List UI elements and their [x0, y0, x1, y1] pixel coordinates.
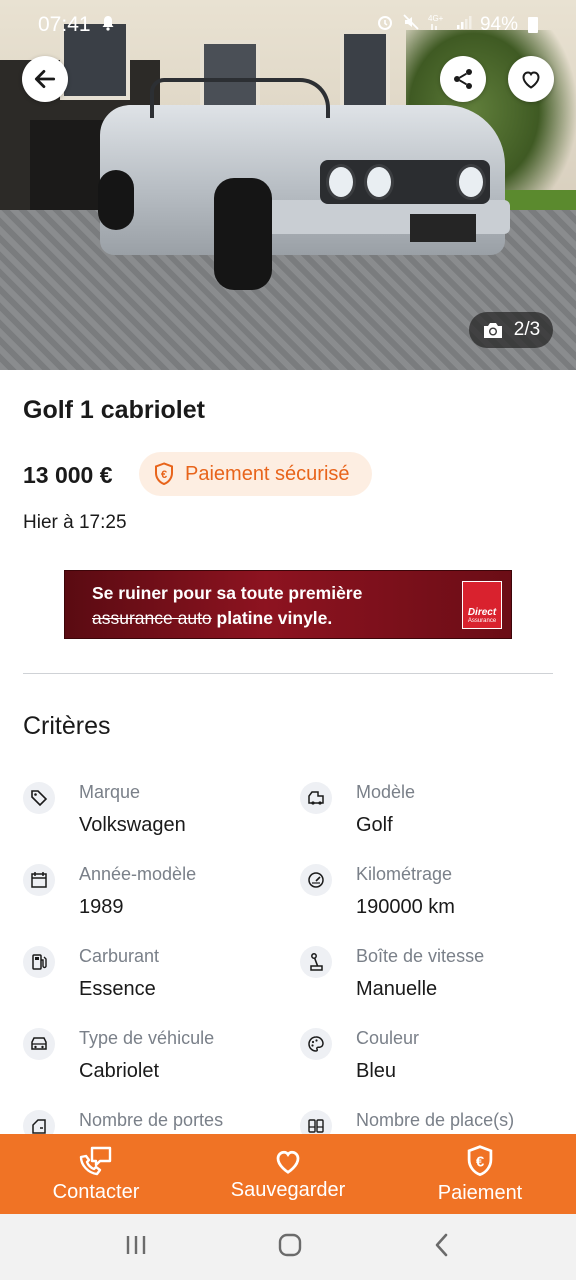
photo-car-headlight — [364, 164, 394, 200]
criteria-label: Kilométrage — [356, 864, 453, 884]
save-label: Sauvegarder — [230, 1178, 346, 1201]
notification-bell-icon — [101, 15, 115, 36]
chevron-left-icon — [435, 1233, 447, 1256]
battery-percent: 94% — [479, 14, 518, 35]
back-button[interactable] — [22, 56, 68, 102]
vehicle-type-icon — [23, 1028, 55, 1060]
ad-text-line2: assurance auto platine vinyle. — [92, 608, 332, 629]
action-bar: Contacter Sauvegarder € Paiement — [0, 1134, 576, 1214]
criteria-item-year: Année-modèle 1989 — [23, 864, 273, 934]
gear-stick-icon — [300, 946, 332, 978]
camera-icon — [483, 323, 502, 338]
svg-text:4G+: 4G+ — [428, 14, 444, 23]
home-button[interactable] — [277, 1232, 303, 1263]
signal-icon — [456, 14, 472, 36]
ad-text-rest: platine vinyle. — [211, 608, 333, 628]
criteria-item-brand: Marque Volkswagen — [23, 782, 273, 852]
save-button[interactable]: Sauvegarder — [192, 1134, 384, 1214]
svg-text:€: € — [161, 469, 167, 481]
speedometer-icon — [300, 864, 332, 896]
criteria-item-model: Modèle Golf — [300, 782, 550, 852]
photo-counter[interactable]: 2/3 — [469, 312, 553, 348]
ad-text-struck: assurance auto — [92, 608, 212, 628]
status-bar: 07:41 4G+ 94% — [0, 0, 576, 50]
heart-icon — [276, 1150, 300, 1174]
system-back-button[interactable] — [432, 1232, 452, 1263]
photo-car-wheel — [214, 178, 272, 290]
battery-icon — [528, 17, 538, 33]
network-4g-icon: 4G+ — [428, 13, 448, 37]
criteria-label: Modèle — [356, 782, 416, 802]
favorite-button[interactable] — [508, 56, 554, 102]
ad-banner[interactable]: Se ruiner pour sa toute première assuran… — [64, 570, 512, 639]
criteria-value: Manuelle — [356, 978, 438, 1000]
shield-euro-icon: € — [467, 1144, 493, 1176]
share-button[interactable] — [440, 56, 486, 102]
criteria-value: 190000 km — [356, 896, 455, 918]
mute-icon — [402, 13, 420, 37]
criteria-label: Couleur — [356, 1028, 420, 1048]
criteria-value: Volkswagen — [79, 814, 186, 836]
criteria-label: Année-modèle — [79, 864, 197, 884]
recent-apps-button[interactable] — [124, 1234, 148, 1261]
criteria-item-color: Couleur Bleu — [300, 1028, 550, 1098]
photo-counter-text: 2/3 — [513, 319, 541, 340]
photo-car-headlight — [326, 164, 356, 200]
secure-payment-badge[interactable]: € Paiement sécurisé — [139, 452, 372, 496]
criteria-item-fuel: Carburant Essence — [23, 946, 273, 1016]
photo-license-plate — [410, 214, 476, 242]
share-icon — [454, 69, 472, 89]
direct-assurance-logo: Direct Assurance — [462, 581, 502, 629]
criteria-label: Nombre de portes — [79, 1110, 224, 1130]
system-navigation-bar — [0, 1214, 576, 1280]
criteria-label: Boîte de vitesse — [356, 946, 485, 966]
palette-icon — [300, 1028, 332, 1060]
listing-price: 13 000 € — [23, 462, 113, 488]
section-divider — [23, 673, 553, 674]
criteria-title: Critères — [23, 712, 111, 740]
ad-logo-line1: Direct — [467, 607, 497, 618]
criteria-value: 1989 — [79, 896, 124, 918]
photo-car-roof-frame — [150, 78, 330, 118]
listing-date: Hier à 17:25 — [23, 512, 127, 533]
status-time: 07:41 — [38, 13, 91, 36]
shield-euro-icon: € — [155, 462, 173, 486]
ad-logo-line2: Assurance — [467, 618, 497, 624]
contact-button[interactable]: Contacter — [0, 1134, 192, 1214]
criteria-value: Cabriolet — [79, 1060, 160, 1082]
tag-icon — [23, 782, 55, 814]
heart-icon — [522, 71, 540, 89]
status-indicators: 4G+ 94% — [376, 13, 538, 37]
arrow-left-icon — [34, 70, 56, 88]
secure-payment-label: Paiement sécurisé — [185, 462, 350, 485]
payment-button[interactable]: € Paiement — [384, 1134, 576, 1214]
payment-label: Paiement — [437, 1181, 523, 1204]
svg-text:€: € — [476, 1153, 485, 1170]
ad-text-line1: Se ruiner pour sa toute première — [92, 583, 363, 603]
criteria-label: Type de véhicule — [79, 1028, 215, 1048]
photo-car-headlight — [456, 164, 486, 200]
criteria-item-mileage: Kilométrage 190000 km — [300, 864, 550, 934]
criteria-label: Nombre de place(s) — [356, 1110, 515, 1130]
car-model-icon — [300, 782, 332, 814]
recent-apps-icon — [127, 1235, 146, 1254]
listing-title: Golf 1 cabriolet — [23, 396, 205, 424]
calendar-icon — [23, 864, 55, 896]
fuel-pump-icon — [23, 946, 55, 978]
criteria-value: Essence — [79, 978, 156, 1000]
contact-label: Contacter — [52, 1180, 140, 1203]
phone-message-icon — [79, 1146, 112, 1175]
home-icon — [278, 1233, 302, 1256]
photo-car-wheel — [98, 170, 134, 230]
criteria-value: Bleu — [356, 1060, 397, 1082]
criteria-item-gearbox: Boîte de vitesse Manuelle — [300, 946, 550, 1016]
criteria-label: Carburant — [79, 946, 160, 966]
alarm-icon — [376, 13, 394, 37]
criteria-item-vehicle-type: Type de véhicule Cabriolet — [23, 1028, 273, 1098]
criteria-value: Golf — [356, 814, 393, 836]
criteria-label: Marque — [79, 782, 141, 802]
